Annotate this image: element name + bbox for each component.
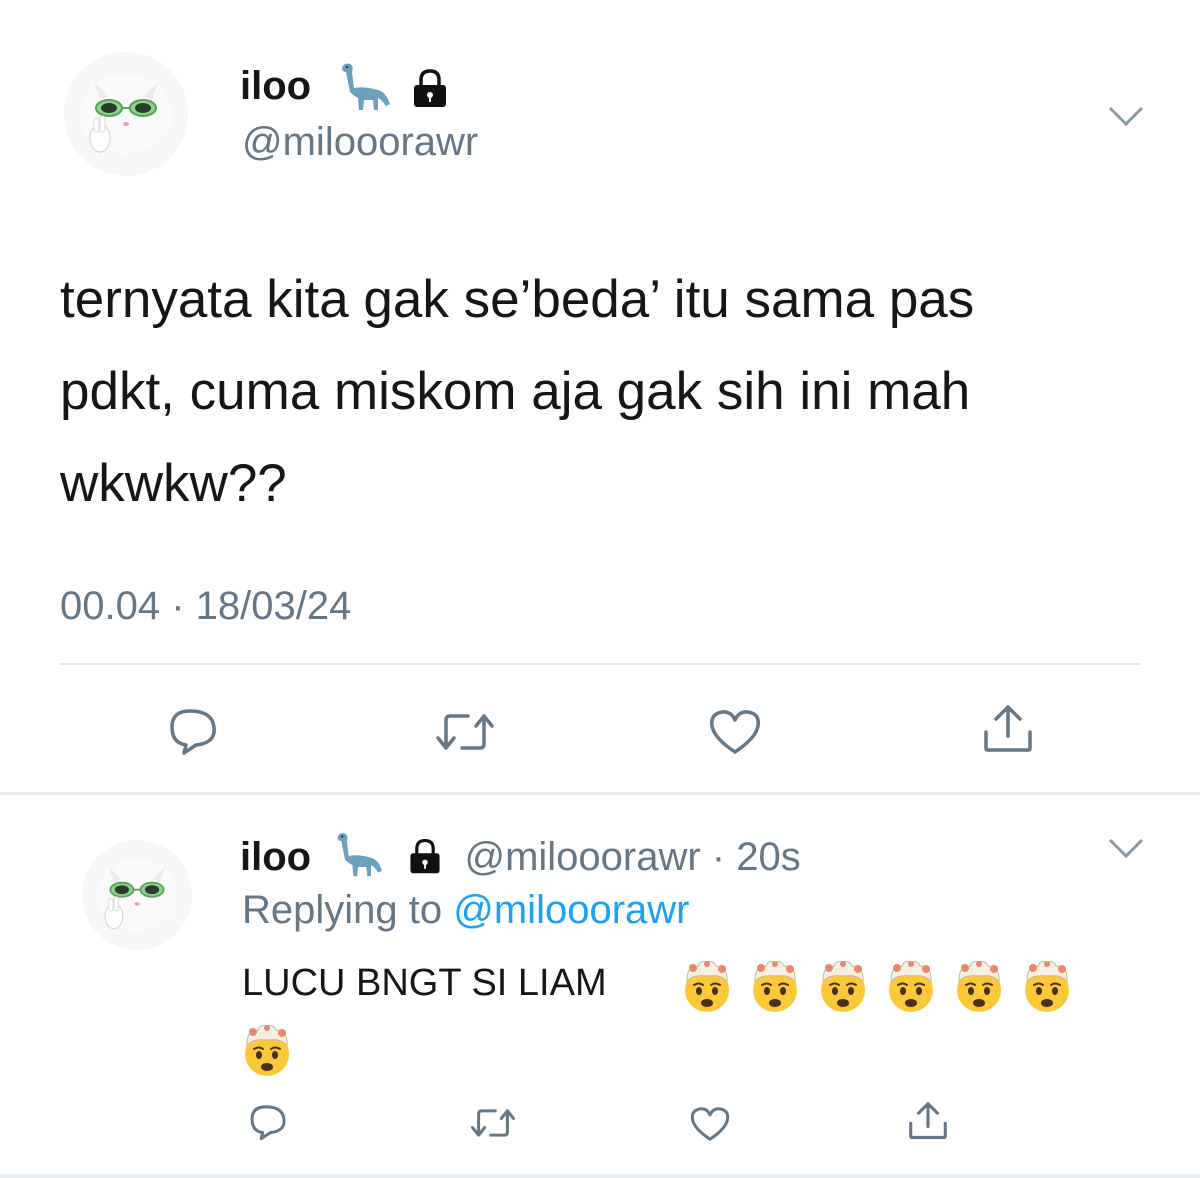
avatar[interactable] (64, 52, 188, 176)
lock-icon (408, 66, 452, 115)
sauropod-emoji (328, 828, 388, 890)
tweet-text-line: ternyata kita gak se’beda’ itu sama pas (60, 270, 975, 329)
chevron-down-icon[interactable] (1106, 104, 1146, 133)
bottom-divider (0, 1174, 1200, 1178)
reply-header: iloo @milooorawr · 20s (240, 828, 801, 890)
timestamp[interactable]: 00.04 · 18/03/24 (60, 584, 351, 629)
chevron-down-icon[interactable] (1106, 836, 1146, 865)
replying-handle-link[interactable]: @milooorawr (453, 888, 689, 932)
exploding-head-emoji (814, 958, 872, 1019)
main-tweet: iloo @milooorawr ternyata kita gak se’be… (0, 0, 1200, 790)
like-icon[interactable] (706, 706, 764, 758)
tweet-text-line: wkwkw?? (60, 454, 287, 513)
reply-icon[interactable] (164, 705, 222, 757)
avatar-image (64, 52, 188, 176)
display-name[interactable]: iloo (240, 64, 311, 109)
exploding-head-emoji (678, 958, 736, 1019)
share-icon[interactable] (906, 1099, 950, 1143)
thread-separator (0, 792, 1200, 795)
tweet-text-line: pdkt, cuma miskom aja gak sih ini mah (60, 362, 971, 421)
tweet-text: ternyata kita gak se’beda’ itu sama pas … (60, 254, 1170, 530)
display-name[interactable]: iloo (240, 835, 311, 879)
reply-text-content: LUCU BNGT SI LIAM (242, 962, 607, 1004)
like-icon[interactable] (688, 1104, 732, 1144)
exploding-head-emoji (746, 958, 804, 1019)
retweet-icon[interactable] (468, 1103, 518, 1143)
reply-icon[interactable] (246, 1102, 290, 1142)
handle[interactable]: @milooorawr (242, 120, 478, 165)
sauropod-emoji (334, 58, 394, 119)
divider (60, 663, 1140, 665)
lock-icon (405, 836, 445, 886)
reply-text: LUCU BNGT SI LIAM (242, 962, 607, 1005)
retweet-icon[interactable] (432, 706, 498, 758)
handle-and-time[interactable]: @milooorawr · 20s (464, 835, 800, 879)
exploding-head-emoji (1018, 958, 1076, 1019)
share-icon[interactable] (980, 702, 1036, 756)
replying-to: Replying to @milooorawr (242, 888, 689, 933)
exploding-head-emoji (950, 958, 1008, 1019)
avatar-image (82, 840, 192, 950)
avatar[interactable] (82, 840, 192, 950)
exploding-head-emoji (238, 1022, 296, 1083)
exploding-head-emoji (882, 958, 940, 1019)
replying-prefix: Replying to (242, 888, 443, 932)
